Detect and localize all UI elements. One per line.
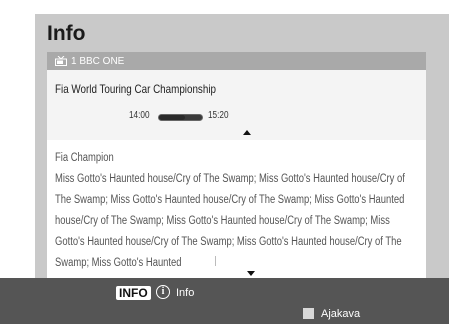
- program-title: Fia World Touring Car Championship: [55, 82, 216, 96]
- info-panel: 1 BBC ONE Fia World Touring Car Champion…: [47, 52, 426, 282]
- progress-fill: [159, 115, 185, 120]
- progress-bar: [158, 114, 203, 121]
- ajakava-color-key[interactable]: [303, 308, 314, 319]
- ajakava-label: Ajakava: [321, 308, 361, 320]
- description-text: Miss Gotto's Haunted house/Cry of The Sw…: [55, 173, 405, 269]
- start-time: 14:00: [129, 110, 150, 121]
- description-subtitle: Fia Champion: [55, 152, 114, 164]
- info-label: Info: [176, 287, 195, 299]
- scroll-down-arrow-icon[interactable]: [247, 271, 255, 276]
- channel-name: 1 BBC ONE: [71, 55, 125, 67]
- description-area[interactable]: Fia Champion Miss Gotto's Haunted house/…: [47, 140, 426, 282]
- footer-bar: INFO i Info Ajakava: [0, 278, 449, 324]
- tv-icon: [55, 56, 67, 66]
- scroll-up-arrow-icon[interactable]: [243, 130, 251, 135]
- end-time: 15:20: [208, 110, 229, 121]
- description-text-block: Fia Champion Miss Gotto's Haunted house/…: [55, 148, 416, 274]
- program-info: Fia World Touring Car Championship 14:00…: [47, 70, 426, 140]
- info-key-button[interactable]: INFO: [116, 286, 151, 300]
- channel-bar: 1 BBC ONE: [47, 52, 426, 70]
- page-title: Info: [47, 22, 86, 45]
- scroll-indicator: [215, 256, 216, 266]
- info-icon: i: [156, 285, 170, 299]
